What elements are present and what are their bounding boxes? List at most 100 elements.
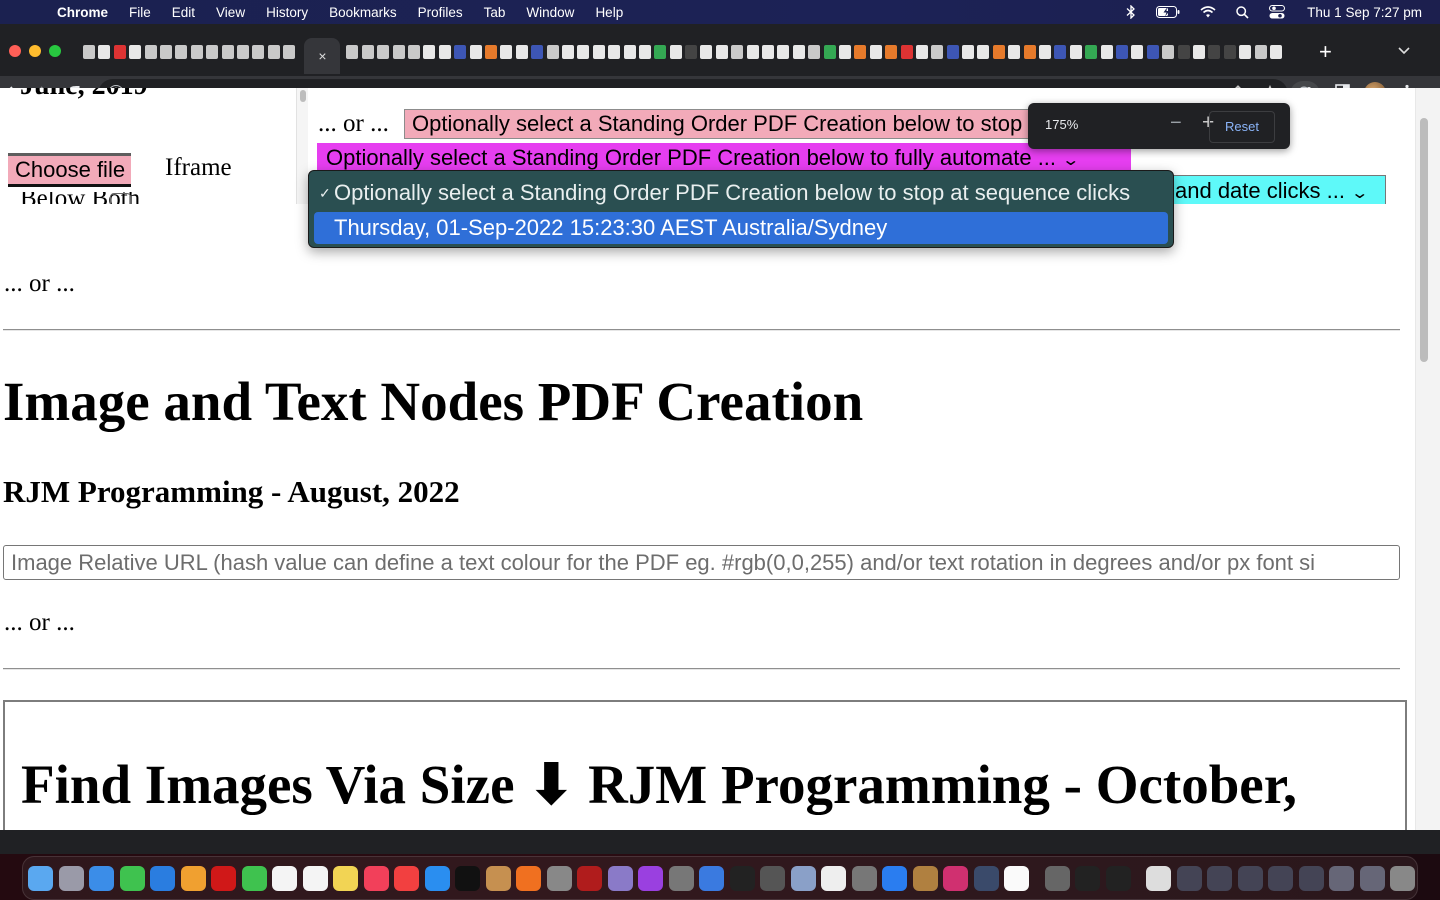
menu-bookmarks[interactable]: Bookmarks xyxy=(329,5,397,20)
dock-app-apple-tv[interactable] xyxy=(455,865,480,891)
zoom-window-button[interactable] xyxy=(49,45,61,57)
menu-window[interactable]: Window xyxy=(526,5,574,20)
dock-app-filezilla[interactable] xyxy=(577,865,602,891)
dock-app-contacts[interactable] xyxy=(912,865,938,891)
tab-favicon[interactable] xyxy=(838,45,851,59)
dock-app-window-5[interactable] xyxy=(1298,865,1324,891)
dock-app-bbedit[interactable] xyxy=(607,865,633,891)
tab-favicon[interactable] xyxy=(392,45,405,59)
bluetooth-icon[interactable] xyxy=(1126,5,1136,19)
tab-favicon[interactable] xyxy=(283,45,296,59)
tab-favicon[interactable] xyxy=(623,45,636,59)
tab-favicon[interactable] xyxy=(1131,45,1144,59)
tab-search-button[interactable] xyxy=(1398,43,1410,58)
tab-favicon[interactable] xyxy=(1069,45,1082,59)
tab-favicon[interactable] xyxy=(1177,45,1190,59)
tab-favicon[interactable] xyxy=(83,45,95,59)
menubar-clock[interactable]: Thu 1 Sep 7:27 pm xyxy=(1307,5,1422,20)
menu-file[interactable]: File xyxy=(129,5,151,20)
dock-app-activity-monitor[interactable] xyxy=(1105,865,1131,891)
tab-favicon[interactable] xyxy=(1146,45,1159,59)
menu-profiles[interactable]: Profiles xyxy=(418,5,463,20)
tab-favicon[interactable] xyxy=(377,45,390,59)
dock-app-zoom[interactable] xyxy=(882,865,907,891)
dock-app-console[interactable] xyxy=(1075,865,1100,891)
tab-favicon[interactable] xyxy=(915,45,928,59)
dock-app-terminal[interactable] xyxy=(729,865,755,891)
dock-app-firefox[interactable] xyxy=(516,865,541,891)
tab-favicon[interactable] xyxy=(746,45,759,59)
tab-favicon[interactable] xyxy=(1085,45,1098,59)
minimize-window-button[interactable] xyxy=(29,45,41,57)
spotlight-search-icon[interactable] xyxy=(1236,5,1249,19)
menu-tab[interactable]: Tab xyxy=(484,5,506,20)
tab-favicon[interactable] xyxy=(731,45,744,59)
choose-file-button[interactable]: Choose file xyxy=(8,153,131,187)
tab-favicon[interactable] xyxy=(129,45,142,59)
dock-app-downloads[interactable] xyxy=(1146,865,1171,891)
tab-favicon[interactable] xyxy=(946,45,959,59)
zoom-reset-button[interactable]: Reset xyxy=(1209,111,1275,143)
tab-favicon[interactable] xyxy=(113,45,126,59)
tab-favicon[interactable] xyxy=(577,45,590,59)
tab-favicon[interactable] xyxy=(531,45,544,59)
dock-app-screenshot[interactable] xyxy=(1044,865,1070,891)
tab-favicon[interactable] xyxy=(1162,45,1175,59)
tab-favicon[interactable] xyxy=(792,45,805,59)
tab-favicon[interactable] xyxy=(144,45,157,59)
dock-app-xcode[interactable] xyxy=(699,865,724,891)
tab-favicon[interactable] xyxy=(484,45,497,59)
tab-favicon[interactable] xyxy=(1223,45,1236,59)
tab-favicon[interactable] xyxy=(1100,45,1113,59)
dropdown-option-standing-order-date[interactable]: Thursday, 01-Sep-2022 15:23:30 AEST Aust… xyxy=(314,212,1168,244)
tab-favicon[interactable] xyxy=(962,45,975,59)
dock-app-window-4[interactable] xyxy=(1268,865,1293,891)
tab-favicon[interactable] xyxy=(777,45,790,59)
tab-favicon[interactable] xyxy=(98,45,111,59)
tab-favicon[interactable] xyxy=(1269,45,1282,59)
page-scrollbar[interactable] xyxy=(1415,88,1440,830)
tab-favicon[interactable] xyxy=(1116,45,1128,59)
active-tab-close-button[interactable]: × xyxy=(304,38,341,74)
tab-favicon[interactable] xyxy=(361,45,374,59)
dock-app-facetime[interactable] xyxy=(241,865,267,891)
close-window-button[interactable] xyxy=(9,45,21,57)
tab-favicon[interactable] xyxy=(977,45,990,59)
dock-app-reminders[interactable] xyxy=(302,865,328,891)
below-checkbox[interactable] xyxy=(110,193,131,204)
dock-app-launchpad[interactable] xyxy=(58,865,84,891)
tab-favicon[interactable] xyxy=(175,45,188,59)
dock-app-photos[interactable] xyxy=(180,865,206,891)
dock-app-window-7[interactable] xyxy=(1359,865,1385,891)
left-iframe-scrollbar[interactable] xyxy=(296,88,308,204)
wifi-icon[interactable] xyxy=(1200,6,1216,18)
tab-favicon[interactable] xyxy=(992,45,1005,59)
tab-favicon[interactable] xyxy=(885,45,898,59)
tab-favicon[interactable] xyxy=(1239,45,1252,59)
dock-app-intellij-idea[interactable] xyxy=(943,865,968,891)
tab-favicon[interactable] xyxy=(546,45,559,59)
menu-app-name[interactable]: Chrome xyxy=(57,5,108,20)
tab-favicon[interactable] xyxy=(823,45,836,59)
tab-favicon[interactable] xyxy=(808,45,821,59)
tab-favicon[interactable] xyxy=(500,45,513,59)
dock-app-podcasts[interactable] xyxy=(638,865,663,891)
tab-favicon[interactable] xyxy=(423,45,436,59)
tab-favicon[interactable] xyxy=(438,45,451,59)
tab-favicon[interactable] xyxy=(469,45,482,59)
tab-favicon[interactable] xyxy=(762,45,775,59)
dock-app-quicktime-player[interactable] xyxy=(973,865,999,891)
dock-app-calculator[interactable] xyxy=(546,865,572,891)
dock-app-opera[interactable] xyxy=(211,865,236,891)
zoom-out-button[interactable]: − xyxy=(1170,112,1182,135)
dock-app-preview[interactable] xyxy=(790,865,816,891)
dock-app-window-2[interactable] xyxy=(1207,865,1232,891)
tab-favicon[interactable] xyxy=(454,45,467,59)
dock-app-music[interactable] xyxy=(363,865,389,891)
standing-order-stop-select[interactable]: Optionally select a Standing Order PDF C… xyxy=(404,109,1044,139)
tab-favicon[interactable] xyxy=(561,45,574,59)
dock-app-messages[interactable] xyxy=(119,865,145,891)
dock-app-window-3[interactable] xyxy=(1237,865,1263,891)
tab-favicon[interactable] xyxy=(190,45,203,59)
dock-app-paintbrush[interactable] xyxy=(485,865,511,891)
